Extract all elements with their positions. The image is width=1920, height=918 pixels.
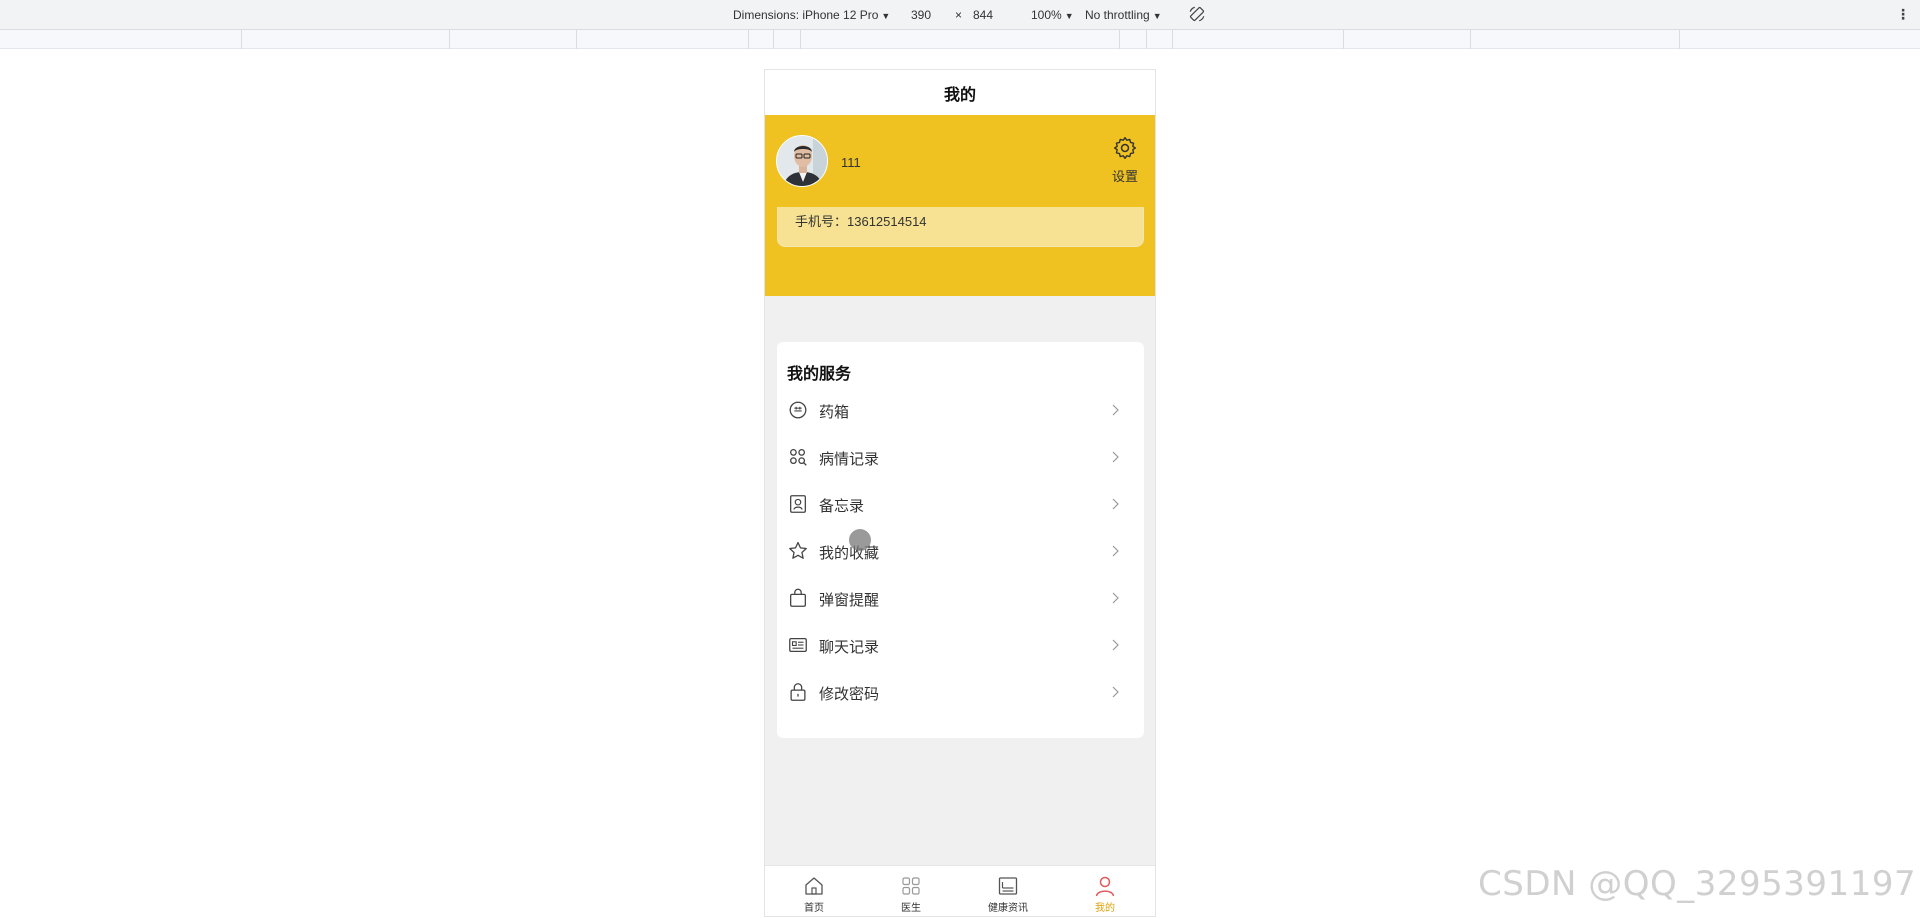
service-item-popup-reminder[interactable]: 弹窗提醒 [777, 578, 1144, 618]
chevron-right-icon [1112, 545, 1119, 557]
service-item-label: 聊天记录 [819, 639, 880, 656]
throttling-label: No throttling [1085, 8, 1150, 22]
width-input[interactable]: 390 [911, 8, 931, 22]
profile-header: 111 设置 手机号：13612514514 [765, 115, 1155, 296]
service-item-label: 弹窗提醒 [819, 592, 880, 609]
device-viewport: 我的 111 设置 手机号：13612514514 我的服务 药箱 病情记录 备… [764, 69, 1156, 917]
media-query-ruler [0, 30, 1920, 49]
tab-label: 医生 [901, 903, 921, 914]
tab-mine[interactable]: 我的 [1056, 870, 1154, 914]
zoom-label: 100% [1031, 8, 1062, 22]
bottom-tab-bar: 首页 医生 健康资讯 我的 [765, 865, 1155, 916]
avatar[interactable] [776, 135, 828, 187]
chevron-right-icon [1112, 686, 1119, 698]
chevron-right-icon [1112, 451, 1119, 463]
lock-icon [790, 683, 806, 701]
more-options-icon[interactable]: ⋮ [1896, 6, 1910, 22]
bag-icon [790, 588, 806, 607]
phone-number: 手机号：13612514514 [795, 214, 927, 229]
gear-icon [1114, 137, 1136, 159]
condition-record-icon [790, 449, 807, 466]
my-services-card: 我的服务 药箱 病情记录 备忘录 我的收藏 弹窗提醒 聊天记录 修改密码 [777, 342, 1144, 738]
service-item-favorites[interactable]: 我的收藏 [777, 531, 1144, 571]
phone-number-card: 手机号：13612514514 [777, 207, 1144, 247]
tab-home[interactable]: 首页 [765, 870, 863, 914]
tab-health-news[interactable]: 健康资讯 [959, 870, 1057, 914]
username: 111 [841, 155, 861, 170]
service-item-label: 病情记录 [819, 451, 880, 468]
news-icon [998, 877, 1018, 895]
touch-cursor-indicator [849, 529, 871, 551]
service-item-medicine-box[interactable]: 药箱 [777, 390, 1144, 430]
home-icon [805, 877, 823, 895]
watermark: CSDN @QQ_3295391197 [1478, 864, 1917, 904]
caret-down-icon: ▼ [1152, 11, 1162, 21]
throttling-dropdown[interactable]: No throttling ▼ [1085, 8, 1162, 22]
service-item-label: 我的收藏 [819, 545, 880, 562]
tab-label: 我的 [1095, 903, 1115, 914]
chevron-right-icon [1112, 592, 1119, 604]
dimensions-dropdown[interactable]: Dimensions: iPhone 12 Pro ▼ [733, 8, 890, 22]
user-icon [1095, 876, 1115, 897]
tab-label: 首页 [804, 903, 824, 914]
times-sign: × [955, 8, 963, 22]
medicine-box-icon [789, 401, 807, 419]
page-title: 我的 [765, 70, 1155, 115]
service-item-memo[interactable]: 备忘录 [777, 484, 1144, 524]
service-item-change-password[interactable]: 修改密码 [777, 672, 1144, 712]
caret-down-icon: ▼ [881, 11, 891, 21]
caret-down-icon: ▼ [1064, 11, 1074, 21]
rotate-icon[interactable] [1188, 5, 1206, 23]
tab-doctor[interactable]: 医生 [862, 870, 960, 914]
tab-label: 健康资讯 [988, 903, 1028, 914]
settings-label: 设置 [1111, 169, 1138, 184]
height-input[interactable]: 844 [973, 8, 993, 22]
service-item-chat-record[interactable]: 聊天记录 [777, 625, 1144, 665]
dimensions-label: Dimensions: iPhone 12 Pro [733, 8, 879, 22]
memo-icon [790, 495, 806, 513]
chevron-right-icon [1112, 404, 1119, 416]
chevron-right-icon [1112, 639, 1119, 651]
service-item-label: 修改密码 [819, 686, 880, 703]
avatar-portrait-icon [777, 136, 827, 186]
zoom-dropdown[interactable]: 100% ▼ [1031, 8, 1074, 22]
grid-icon [902, 877, 920, 895]
settings-button[interactable]: 设置 [1105, 135, 1145, 185]
chevron-right-icon [1112, 498, 1119, 510]
services-title: 我的服务 [787, 366, 852, 383]
chat-record-icon [789, 637, 807, 653]
star-icon [789, 541, 807, 559]
devtools-toolbar: Dimensions: iPhone 12 Pro ▼ 390 × 844 100… [0, 0, 1920, 30]
service-item-condition-record[interactable]: 病情记录 [777, 437, 1144, 477]
service-item-label: 药箱 [819, 404, 850, 421]
service-item-label: 备忘录 [819, 498, 865, 515]
